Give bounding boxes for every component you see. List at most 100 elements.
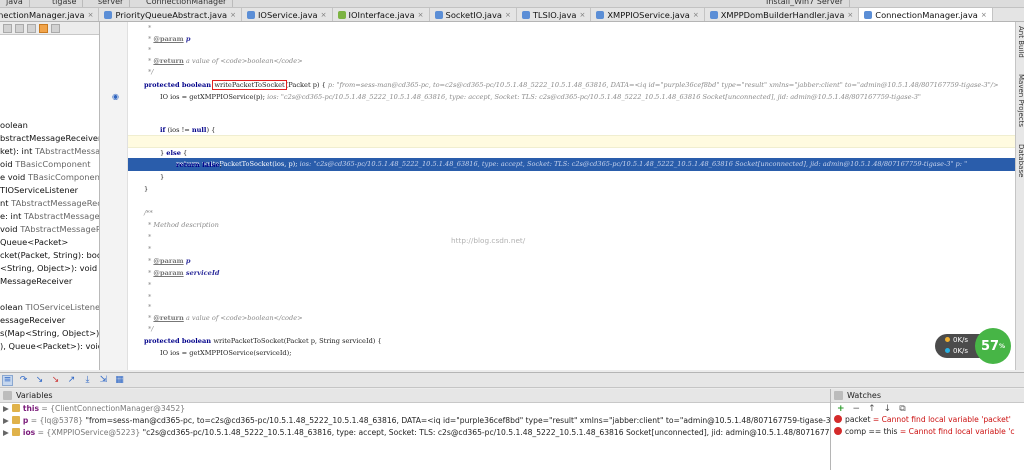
sort-alpha-icon[interactable] bbox=[3, 24, 12, 33]
structure-member[interactable]: bstractMessageReceiver bbox=[0, 132, 99, 145]
editor-tab[interactable]: IOInterface.java × bbox=[333, 8, 430, 21]
show-execution-point-icon[interactable]: ≡ bbox=[2, 374, 13, 386]
variable-row[interactable]: ▶ this = {ClientConnectionManager@3452} bbox=[3, 403, 830, 415]
close-tab-icon[interactable]: × bbox=[981, 11, 987, 19]
database-tab[interactable]: Database bbox=[1016, 144, 1024, 177]
java-file-icon bbox=[521, 11, 530, 19]
tab-label: XMPPIOService.java bbox=[607, 10, 690, 20]
structure-member-list: oolean bstractMessageReceiver ket): int TA… bbox=[0, 119, 100, 353]
override-marker-icon[interactable]: ◉ bbox=[112, 92, 119, 101]
editor-tab[interactable]: IOService.java × bbox=[242, 8, 333, 21]
editor-tab[interactable]: XMPPIOService.java × bbox=[591, 8, 705, 21]
step-out-icon[interactable]: ↗ bbox=[66, 375, 77, 386]
structure-member[interactable]: TIOServiceListener bbox=[0, 184, 99, 197]
watch-row[interactable]: comp == this = Cannot find local variabl… bbox=[831, 426, 1024, 438]
tab-label: IOService.java bbox=[257, 10, 318, 20]
right-tool-strip: Ant Build Maven Projects Database bbox=[1015, 22, 1024, 370]
variable-row[interactable]: ▶ ios = {XMPPIOService@5223} "c2s@cd365-p… bbox=[3, 427, 830, 439]
watch-row[interactable]: packet = Cannot find local variable 'pac… bbox=[831, 414, 1024, 426]
run-to-cursor-icon[interactable]: ⇲ bbox=[98, 375, 109, 386]
java-file-icon bbox=[434, 11, 443, 19]
method-name-highlight[interactable]: writePacketToSocket bbox=[212, 80, 287, 90]
autoscroll-icon[interactable] bbox=[39, 24, 48, 33]
keyword: protected boolean bbox=[144, 81, 214, 89]
copy-watch-icon[interactable]: ⧉ bbox=[899, 404, 905, 414]
close-tab-icon[interactable]: × bbox=[505, 11, 511, 19]
step-into-icon[interactable]: ↘ bbox=[34, 375, 45, 386]
watermark-text: http://blog.csdn.net/ bbox=[451, 236, 526, 245]
nav-crumb-tigase[interactable]: tigase bbox=[46, 0, 84, 7]
close-tab-icon[interactable]: × bbox=[88, 11, 94, 19]
expand-arrow-icon[interactable]: ▶ bbox=[3, 428, 9, 437]
watches-header: Watches bbox=[831, 389, 1024, 403]
structure-member[interactable]: essageReceiver bbox=[0, 314, 99, 327]
member-owner: TBasicComponent bbox=[27, 172, 100, 182]
javadoc-tag: @param bbox=[153, 257, 184, 265]
structure-member[interactable]: e: int TAbstractMessageRece bbox=[0, 210, 99, 223]
structure-member[interactable]: oolean bbox=[0, 119, 99, 132]
structure-member[interactable] bbox=[0, 288, 99, 301]
editor-tab[interactable]: SocketIO.java × bbox=[430, 8, 517, 21]
editor-tab[interactable]: XMPPDomBuilderHandler.java × bbox=[705, 8, 860, 21]
ant-build-tab[interactable]: Ant Build bbox=[1016, 26, 1024, 58]
nav-crumb-server[interactable]: server bbox=[92, 0, 131, 7]
code-line: if (ios != null) { bbox=[160, 124, 215, 136]
editor-tab[interactable]: TLSIO.java × bbox=[517, 8, 592, 21]
editor-tab[interactable]: PriorityQueueAbstract.java × bbox=[99, 8, 242, 21]
structure-member[interactable]: MessageReceiver bbox=[0, 275, 99, 288]
java-file-icon bbox=[709, 11, 718, 19]
javadoc-tag: @return bbox=[153, 314, 184, 322]
structure-member[interactable]: nt TAbstractMessageRecei bbox=[0, 197, 99, 210]
watch-expression: comp == this bbox=[845, 427, 898, 436]
network-speed-widget[interactable]: 0K/s 0K/s 57% bbox=[935, 328, 1019, 364]
keyword: false bbox=[199, 161, 220, 169]
expand-arrow-icon[interactable]: ▶ bbox=[3, 416, 9, 425]
structure-member[interactable]: oid TBasicComponent bbox=[0, 158, 99, 171]
code-editor[interactable]: * * @param p * * @return a value of <cod… bbox=[128, 22, 1015, 370]
remove-watch-icon[interactable]: − bbox=[853, 404, 861, 414]
move-down-icon[interactable]: ↓ bbox=[884, 404, 892, 414]
structure-member[interactable]: void TAbstractMessageRecei bbox=[0, 223, 99, 236]
inline-debug-value: ios: "c2s@cd365-pc/10.5.1.48_5222_10.5.1… bbox=[267, 93, 921, 101]
structure-member[interactable]: ), Queue<Packet>): void bbox=[0, 340, 99, 353]
close-tab-icon[interactable]: × bbox=[418, 11, 424, 19]
keyword: return bbox=[176, 161, 200, 169]
structure-member[interactable]: Queue<Packet> bbox=[0, 236, 99, 249]
run-config-selector[interactable]: Install_Win7 Server bbox=[760, 0, 850, 7]
nav-crumb-connectionmanager[interactable]: ConnectionManager bbox=[140, 0, 234, 7]
collapse-icon[interactable] bbox=[51, 24, 60, 33]
close-tab-icon[interactable]: × bbox=[579, 11, 585, 19]
sort-visibility-icon[interactable] bbox=[15, 24, 24, 33]
editor-tab[interactable]: ConnectionManager.java× bbox=[0, 8, 100, 21]
maven-projects-tab[interactable]: Maven Projects bbox=[1016, 74, 1024, 127]
structure-member[interactable]: e void TBasicComponent bbox=[0, 171, 100, 184]
force-step-into-icon[interactable]: ↘ bbox=[50, 375, 61, 386]
step-over-icon[interactable]: ↷ bbox=[18, 375, 29, 386]
java-file-icon bbox=[104, 11, 113, 19]
structure-member[interactable]: cket(Packet, String): boolean bbox=[0, 249, 99, 262]
comment-text: * bbox=[148, 233, 152, 241]
close-tab-icon[interactable]: × bbox=[693, 11, 699, 19]
expand-arrow-icon[interactable]: ▶ bbox=[3, 404, 9, 413]
evaluate-expression-icon[interactable]: ▦ bbox=[114, 375, 125, 386]
memory-usage-circle[interactable]: 57% bbox=[975, 328, 1011, 364]
close-tab-icon[interactable]: × bbox=[847, 11, 853, 19]
show-inherited-icon[interactable] bbox=[27, 24, 36, 33]
move-up-icon[interactable]: ↑ bbox=[868, 404, 876, 414]
watch-value: = Cannot find local variable 'c bbox=[897, 427, 1015, 436]
variable-row[interactable]: ▶ p = {Iq@5378} "from=sess-man@cd365-pc, … bbox=[3, 415, 830, 427]
structure-member[interactable]: <String, Object>): void bbox=[0, 262, 99, 275]
close-tab-icon[interactable]: × bbox=[230, 11, 236, 19]
close-tab-icon[interactable]: × bbox=[321, 11, 327, 19]
java-file-icon bbox=[337, 11, 346, 19]
add-watch-icon[interactable]: + bbox=[837, 404, 845, 414]
structure-member[interactable]: olean TIOServiceListener bbox=[0, 301, 99, 314]
comment-text: * Method description bbox=[148, 221, 219, 229]
editor-tab[interactable]: ConnectionManager.java× bbox=[859, 8, 993, 21]
nav-crumb-java[interactable]: java bbox=[0, 0, 30, 7]
code-line: * bbox=[148, 279, 151, 291]
structure-member[interactable]: s(Map<String, Object>): vo bbox=[0, 327, 99, 340]
drop-frame-icon[interactable]: ⤓ bbox=[82, 375, 93, 386]
tab-label: PriorityQueueAbstract.java bbox=[115, 10, 228, 20]
structure-member[interactable]: ket): int TAbstractMessageR bbox=[0, 145, 99, 158]
